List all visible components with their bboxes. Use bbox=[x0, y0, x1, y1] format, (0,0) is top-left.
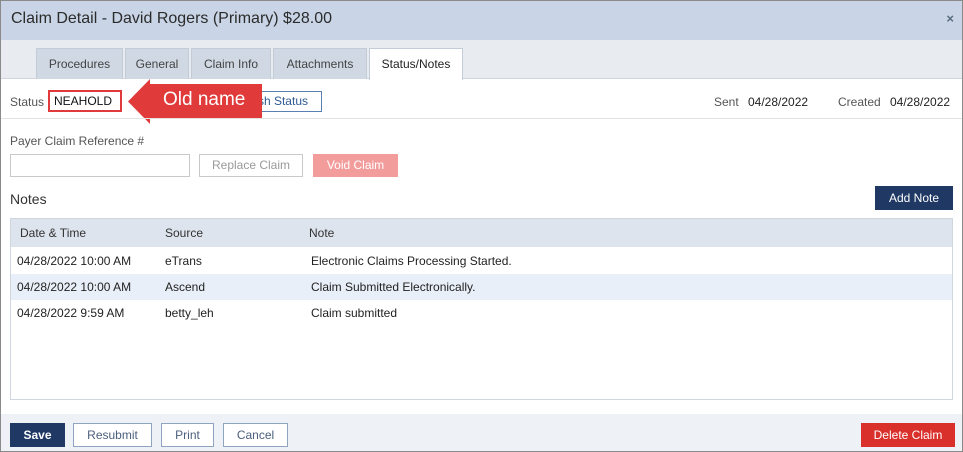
void-claim-button[interactable]: Void Claim bbox=[313, 154, 398, 177]
row-datetime: 04/28/2022 10:00 AM bbox=[17, 254, 132, 268]
notes-heading: Notes bbox=[10, 191, 47, 207]
add-note-button[interactable]: Add Note bbox=[875, 186, 953, 210]
row-datetime: 04/28/2022 9:59 AM bbox=[17, 306, 125, 320]
divider bbox=[1, 118, 962, 119]
sent-date: 04/28/2022 bbox=[748, 95, 809, 109]
delete-claim-button[interactable]: Delete Claim bbox=[861, 423, 955, 447]
tab-procedures[interactable]: Procedures bbox=[36, 48, 123, 79]
tab-strip: Procedures General Claim Info Attachment… bbox=[1, 40, 962, 80]
row-note: Claim Submitted Electronically. bbox=[311, 280, 476, 294]
column-header-note[interactable]: Note bbox=[309, 226, 334, 240]
resubmit-button[interactable]: Resubmit bbox=[73, 423, 152, 447]
status-value: NEAHOLD bbox=[48, 90, 122, 112]
column-header-source[interactable]: Source bbox=[165, 226, 203, 240]
cancel-button[interactable]: Cancel bbox=[223, 423, 288, 447]
table-header: Date & Time Source Note bbox=[11, 219, 952, 247]
payer-ref-input[interactable] bbox=[10, 154, 190, 177]
created-date: 04/28/2022 bbox=[890, 95, 951, 109]
status-label: Status bbox=[10, 95, 45, 109]
row-datetime: 04/28/2022 10:00 AM bbox=[17, 280, 132, 294]
table-row[interactable]: 04/28/2022 10:00 AM eTrans Electronic Cl… bbox=[11, 248, 952, 274]
tab-general[interactable]: General bbox=[125, 48, 189, 79]
dialog-title: Claim Detail - David Rogers (Primary) $2… bbox=[11, 10, 332, 27]
sent-label: Sent bbox=[714, 95, 739, 109]
replace-claim-button[interactable]: Replace Claim bbox=[199, 154, 303, 177]
notes-table: Date & Time Source Note 04/28/2022 10:00… bbox=[10, 218, 953, 400]
tab-attachments[interactable]: Attachments bbox=[273, 48, 367, 79]
title-bar: Claim Detail - David Rogers (Primary) $2… bbox=[1, 1, 962, 40]
tab-claim-info[interactable]: Claim Info bbox=[191, 48, 271, 79]
table-row[interactable]: 04/28/2022 9:59 AM betty_leh Claim submi… bbox=[11, 300, 952, 326]
row-note: Claim submitted bbox=[311, 306, 398, 320]
row-note: Electronic Claims Processing Started. bbox=[311, 254, 512, 268]
print-button[interactable]: Print bbox=[161, 423, 214, 447]
table-row[interactable]: 04/28/2022 10:00 AM Ascend Claim Submitt… bbox=[11, 274, 952, 300]
save-button[interactable]: Save bbox=[10, 423, 65, 447]
payer-ref-label: Payer Claim Reference # bbox=[10, 134, 145, 148]
close-icon[interactable]: × bbox=[946, 11, 954, 26]
created-label: Created bbox=[838, 95, 881, 109]
row-source: eTrans bbox=[165, 254, 202, 268]
column-header-datetime[interactable]: Date & Time bbox=[20, 226, 86, 240]
annotation-text: Old name bbox=[163, 89, 246, 110]
tab-status-notes[interactable]: Status/Notes bbox=[369, 48, 463, 80]
row-source: Ascend bbox=[165, 280, 206, 294]
row-source: betty_leh bbox=[165, 306, 214, 320]
